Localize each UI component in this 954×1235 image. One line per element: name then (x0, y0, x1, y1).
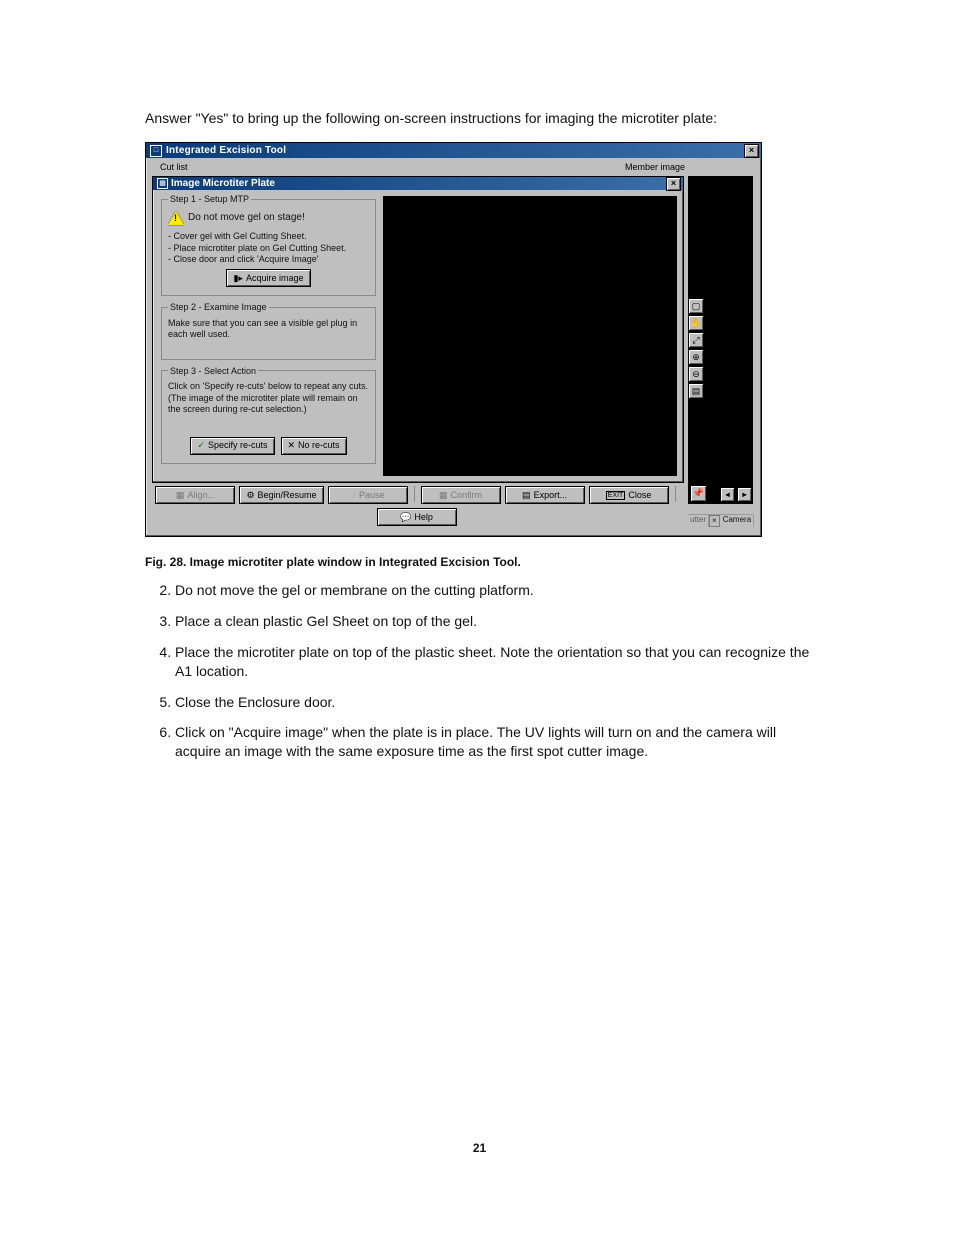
specify-recuts-label: Specify re-cuts (208, 440, 268, 451)
pin-thumbnail-button[interactable]: 📌 (690, 485, 707, 502)
step1-warning: Do not move gel on stage! (188, 212, 305, 224)
export-icon: ▤ (522, 491, 531, 500)
step3-legend: Step 3 - Select Action (168, 366, 258, 377)
step2-legend: Step 2 - Examine Image (168, 302, 269, 313)
tab-camera[interactable]: Camera (721, 515, 754, 527)
confirm-button[interactable]: ▦ Confirm (421, 486, 501, 504)
step3-group: Step 3 - Select Action Click on 'Specify… (161, 366, 376, 464)
command-bar: ▦ Align... ⚙ Begin/Resume ◌ Pause ▦ Conf… (154, 486, 679, 526)
zoom-icon: ⤢ (692, 335, 699, 346)
close-button[interactable]: EXIT Close (589, 486, 669, 504)
step2-text: Make sure that you can see a visible gel… (168, 318, 369, 340)
help-button[interactable]: 💬 Help (377, 508, 457, 526)
inner-window-title: Image Microtiter Plate (171, 178, 275, 190)
inner-close-button[interactable]: × (666, 177, 681, 191)
help-icon: 💬 (400, 513, 411, 522)
mtp-image-preview (383, 196, 677, 476)
thumb-prev-button[interactable]: ◂ (720, 487, 735, 502)
export-label: Export... (534, 490, 568, 501)
confirm-label: Confirm (451, 490, 483, 501)
zoom-out-button[interactable]: ⊖ (688, 366, 704, 382)
thumb-next-button[interactable]: ▸ (737, 487, 752, 502)
pause-button[interactable]: ◌ Pause (328, 486, 408, 504)
inner-app-icon (157, 178, 168, 189)
app-icon (150, 145, 162, 157)
begin-resume-button[interactable]: ⚙ Begin/Resume (239, 486, 323, 504)
page-number: 21 (145, 1141, 814, 1155)
close-label: Close (628, 490, 651, 501)
integrated-excision-tool-window: Integrated Excision Tool × Cut list Memb… (145, 142, 762, 537)
help-label: Help (414, 512, 433, 523)
histogram-button[interactable]: ▤ (688, 383, 704, 399)
separator (414, 486, 415, 502)
histogram-icon: ▤ (692, 386, 701, 397)
figure-caption: Fig. 28. Image microtiter plate window i… (145, 555, 814, 569)
instruction-4: Place the microtiter plate on top of the… (175, 643, 814, 681)
instruction-2: Do not move the gel or membrane on the c… (175, 581, 814, 600)
confirm-icon: ▦ (439, 491, 448, 500)
tab-cutter-close[interactable]: × (709, 515, 720, 527)
gear-icon: ⚙ (246, 491, 254, 500)
warning-icon (168, 211, 184, 225)
outer-title-bar: Integrated Excision Tool × (146, 143, 761, 158)
export-button[interactable]: ▤ Export... (505, 486, 585, 504)
zoom-out-icon: ⊖ (692, 369, 700, 380)
zoom-in-icon: ⊕ (692, 352, 700, 363)
step1-bullet1: - Cover gel with Gel Cutting Sheet. (168, 231, 369, 242)
inner-title-bar: Image Microtiter Plate × (153, 177, 683, 190)
check-icon: ✓ (197, 441, 205, 450)
acquire-image-button[interactable]: ▮▸ Acquire image (226, 269, 310, 287)
zoom-in-button[interactable]: ⊕ (688, 349, 704, 365)
member-image-group-label: Member image (625, 162, 685, 173)
camera-icon: ▮▸ (233, 274, 242, 283)
step1-bullet3: - Close door and click 'Acquire Image' (168, 254, 369, 265)
pause-icon: ◌ (351, 491, 356, 500)
outer-window-title: Integrated Excision Tool (166, 145, 286, 157)
begin-resume-label: Begin/Resume (258, 490, 317, 501)
align-label: Align... (187, 490, 215, 501)
acquire-image-label: Acquire image (246, 273, 304, 284)
instruction-6: Click on "Acquire image" when the plate … (175, 723, 814, 761)
step1-group: Step 1 - Setup MTP Do not move gel on st… (161, 194, 376, 296)
align-icon: ▦ (176, 491, 185, 500)
zoom-button[interactable]: ⤢ (688, 332, 704, 348)
specify-recuts-button[interactable]: ✓ Specify re-cuts (190, 437, 274, 455)
cutlist-group-label: Cut list (160, 162, 188, 173)
step2-group: Step 2 - Examine Image Make sure that yo… (161, 302, 376, 359)
no-recuts-label: No re-cuts (298, 440, 340, 451)
instruction-5: Close the Enclosure door. (175, 693, 814, 712)
outer-close-button[interactable]: × (744, 144, 759, 158)
no-recuts-button[interactable]: ✕ No re-cuts (281, 437, 347, 455)
image-tools-toolbar: ▢ ✋ ⤢ ⊕ ⊖ ▤ (688, 298, 704, 399)
pause-label: Pause (359, 490, 385, 501)
fit-to-window-button[interactable]: ▢ (688, 298, 704, 314)
instruction-3: Place a clean plastic Gel Sheet on top o… (175, 612, 814, 631)
step1-legend: Step 1 - Setup MTP (168, 194, 251, 205)
step3-text1: Click on 'Specify re-cuts' below to repe… (168, 381, 369, 392)
intro-text: Answer "Yes" to bring up the following o… (145, 110, 814, 126)
separator2 (675, 486, 676, 502)
tab-cutter[interactable]: utter (688, 515, 709, 527)
x-icon: ✕ (288, 441, 296, 450)
step1-bullet2: - Place microtiter plate on Gel Cutting … (168, 243, 369, 254)
step3-text2: (The image of the microtiter plate will … (168, 393, 369, 415)
exit-icon: EXIT (606, 491, 626, 500)
pan-button[interactable]: ✋ (688, 315, 704, 331)
thumbnail-tabs: utter × Camera (688, 514, 753, 527)
hand-icon: ✋ (690, 318, 701, 329)
pin-icon: 📌 (693, 488, 704, 499)
instruction-list: Do not move the gel or membrane on the c… (145, 581, 814, 761)
image-microtiter-plate-window: Image Microtiter Plate × Step 1 - Setup … (152, 176, 684, 483)
align-button[interactable]: ▦ Align... (155, 486, 235, 504)
fit-icon: ▢ (692, 301, 701, 312)
